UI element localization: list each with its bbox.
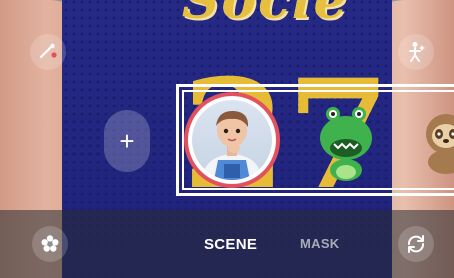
switch-camera-icon xyxy=(408,235,424,253)
magic-wand-button[interactable] xyxy=(30,34,66,70)
flower-icon xyxy=(41,235,59,252)
body-effects-icon xyxy=(409,42,425,62)
jersey-text: Socle xyxy=(182,0,349,31)
sloth-icon xyxy=(426,114,454,174)
sticker-sloth[interactable] xyxy=(422,112,454,174)
sticker-boy-avatar[interactable] xyxy=(184,92,280,188)
switch-camera-button[interactable] xyxy=(398,226,434,262)
body-effects-button[interactable] xyxy=(398,34,434,70)
effects-button[interactable] xyxy=(32,226,68,262)
mode-tab-scene[interactable]: SCENE xyxy=(204,236,257,253)
mode-tab-mask[interactable]: MASK xyxy=(300,236,339,251)
sticker-green-dino[interactable] xyxy=(316,104,376,182)
boy-avatar-image xyxy=(192,100,272,180)
add-sticker-button[interactable]: + xyxy=(104,110,150,172)
dino-icon xyxy=(320,107,372,181)
magic-wand-icon xyxy=(39,43,57,59)
